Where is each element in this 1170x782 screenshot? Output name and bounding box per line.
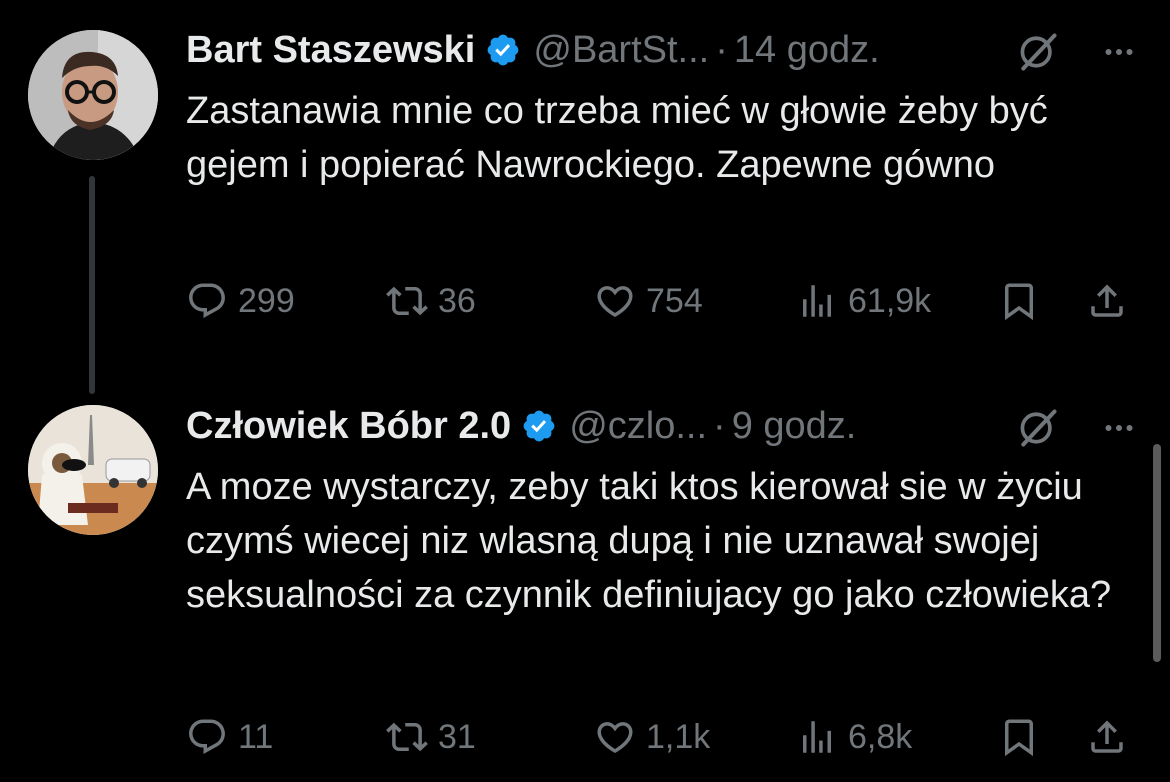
scrollbar-thumb[interactable] — [1153, 444, 1161, 662]
reply-button[interactable]: 299 — [186, 276, 295, 326]
verified-badge-icon[interactable] — [521, 408, 557, 444]
like-icon — [594, 280, 636, 322]
tweet-header: Bart Staszewski @BartSt... · 14 godz. — [186, 24, 880, 76]
share-icon — [1086, 716, 1128, 758]
timestamp[interactable]: 14 godz. — [734, 29, 880, 72]
retweet-button[interactable]: 36 — [386, 276, 476, 326]
avatar[interactable] — [28, 405, 158, 535]
bookmark-button[interactable] — [998, 276, 1040, 326]
tweet-header: Człowiek Bóbr 2.0 @czlo... · 9 godz. — [186, 400, 856, 452]
share-button[interactable] — [1086, 276, 1128, 326]
reply-icon — [186, 280, 228, 322]
separator-dot: · — [713, 404, 726, 447]
more-icon[interactable] — [1098, 410, 1140, 446]
retweet-icon — [386, 716, 428, 758]
separator-dot: · — [715, 28, 728, 71]
avatar-photo-icon — [28, 30, 158, 160]
tweet-card[interactable]: Człowiek Bóbr 2.0 @czlo... · 9 godz. A m… — [0, 380, 1170, 782]
retweet-button[interactable]: 31 — [386, 712, 476, 762]
views-button[interactable]: 6,8k — [796, 712, 912, 762]
like-button[interactable]: 754 — [594, 276, 703, 326]
tweet-card[interactable]: Bart Staszewski @BartSt... · 14 godz. Za… — [0, 0, 1170, 380]
timestamp[interactable]: 9 godz. — [732, 405, 857, 448]
action-bar: 299 36 754 61,9k — [186, 276, 1146, 326]
author-name[interactable]: Człowiek Bóbr 2.0 — [186, 405, 511, 448]
views-count: 6,8k — [848, 717, 913, 756]
reply-icon — [186, 716, 228, 758]
reply-button[interactable]: 11 — [186, 712, 273, 762]
grok-icon[interactable] — [1016, 30, 1060, 74]
views-icon — [796, 280, 838, 322]
retweet-icon — [386, 280, 428, 322]
views-icon — [796, 716, 838, 758]
more-icon[interactable] — [1098, 34, 1140, 70]
like-button[interactable]: 1,1k — [594, 712, 710, 762]
tweet-text: A moze wystarczy, zeby taki ktos kierowa… — [186, 466, 1112, 616]
views-button[interactable]: 61,9k — [796, 276, 931, 326]
verified-badge-icon[interactable] — [485, 32, 521, 68]
bookmark-button[interactable] — [998, 712, 1040, 762]
tweet-text: Zastanawia mnie co trzeba mieć w głowie … — [186, 90, 1048, 186]
like-icon — [594, 716, 636, 758]
action-bar: 11 31 1,1k 6,8k — [186, 712, 1146, 762]
author-name[interactable]: Bart Staszewski — [186, 29, 475, 72]
reply-count: 11 — [238, 717, 274, 756]
bookmark-icon — [998, 716, 1040, 758]
like-count: 754 — [646, 281, 703, 320]
author-handle[interactable]: @czlo... — [569, 405, 707, 448]
author-handle[interactable]: @BartSt... — [533, 29, 709, 72]
share-button[interactable] — [1086, 712, 1128, 762]
grok-icon[interactable] — [1016, 406, 1060, 450]
views-count: 61,9k — [848, 281, 932, 320]
retweet-count: 31 — [438, 717, 476, 756]
retweet-count: 36 — [438, 281, 476, 320]
avatar[interactable] — [28, 30, 158, 160]
like-count: 1,1k — [646, 717, 711, 756]
bookmark-icon — [998, 280, 1040, 322]
reply-count: 299 — [238, 281, 295, 320]
avatar-photo-icon — [28, 405, 158, 535]
share-icon — [1086, 280, 1128, 322]
